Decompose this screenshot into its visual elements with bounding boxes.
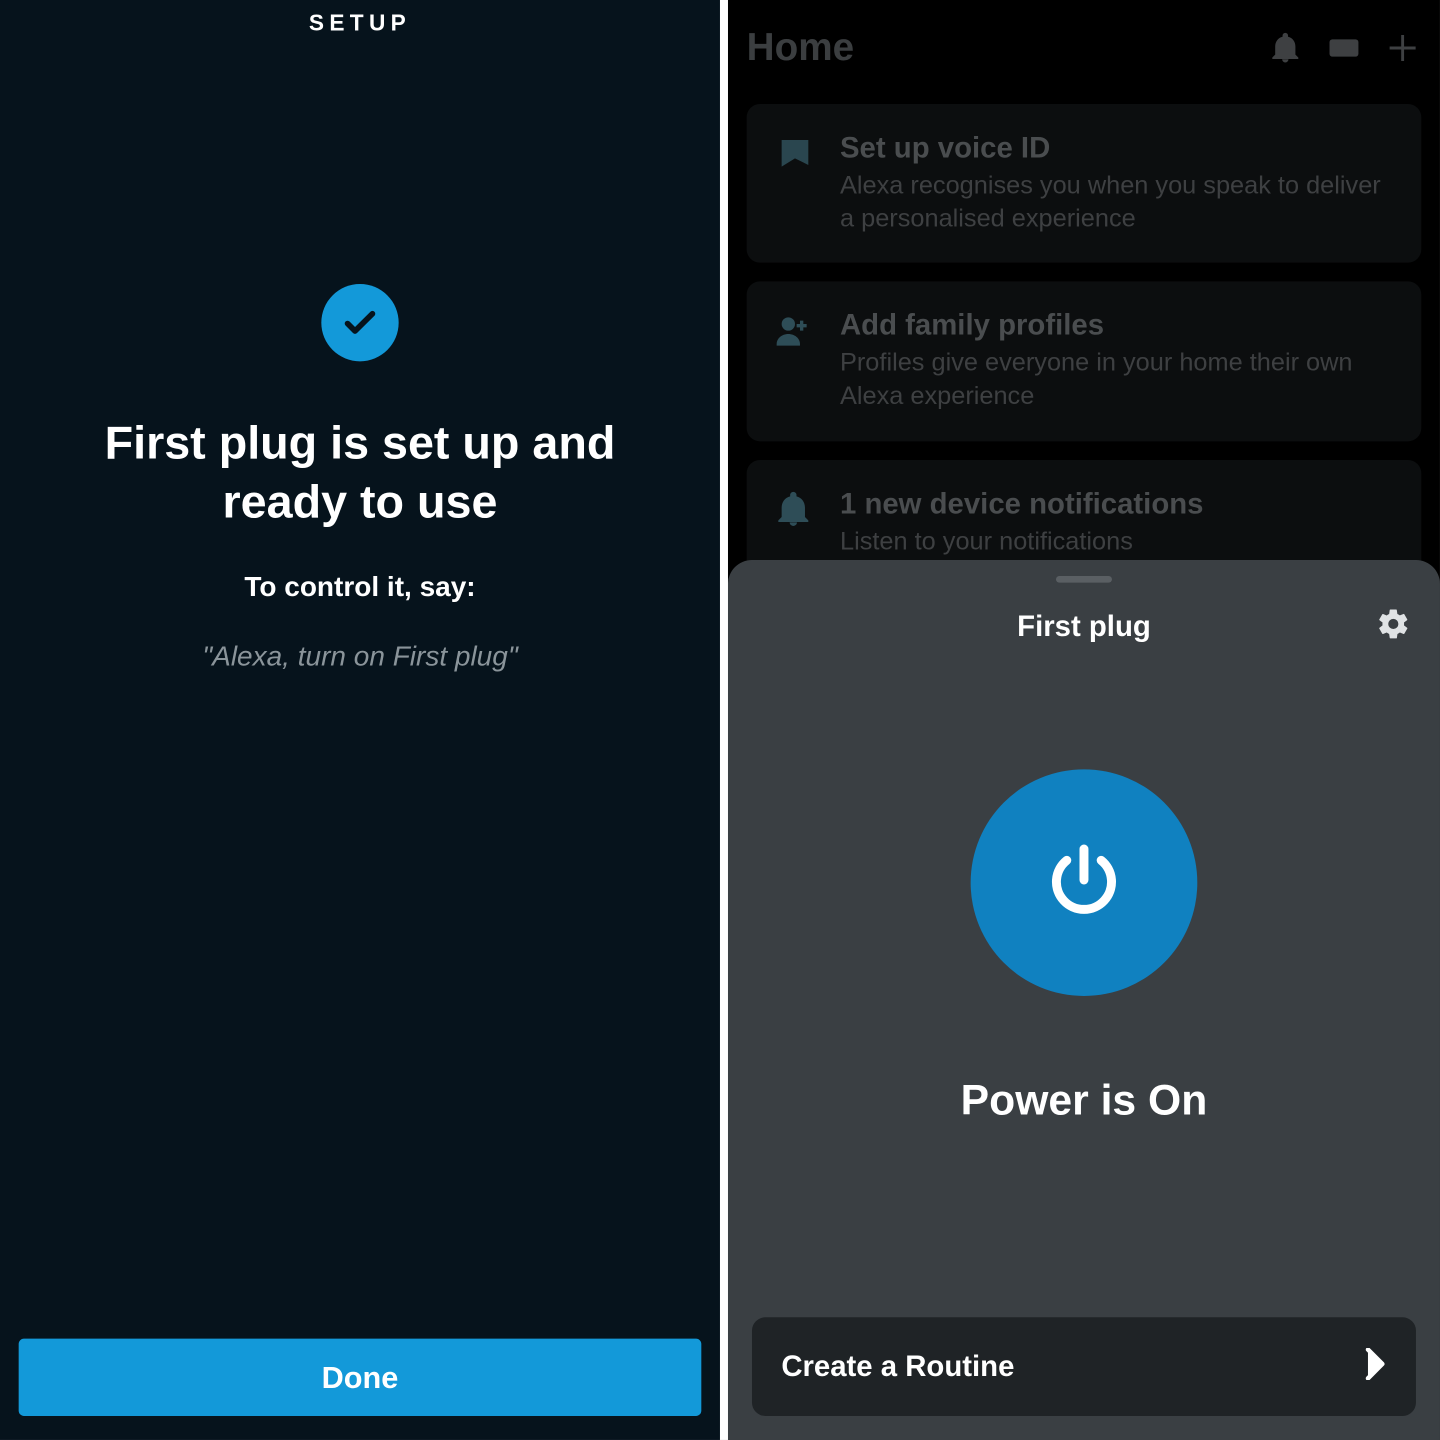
device-control-sheet: First plug Power is On Create a Routine xyxy=(728,560,1440,1440)
voice-id-icon xyxy=(771,131,816,237)
setup-complete-screen: SETUP First plug is set up and ready to … xyxy=(0,0,720,1440)
card-family-profiles[interactable]: Add family profiles Profiles give everyo… xyxy=(747,282,1422,441)
card-subtitle: Listen to your notifications xyxy=(840,526,1397,559)
setup-subtitle: To control it, say: xyxy=(244,571,475,603)
family-icon xyxy=(771,308,816,414)
card-title: 1 new device notifications xyxy=(840,486,1397,521)
chevron-right-icon xyxy=(1365,1347,1386,1386)
card-title: Add family profiles xyxy=(840,308,1397,343)
card-subtitle: Profiles give everyone in your home thei… xyxy=(840,348,1397,414)
keyboard-icon[interactable] xyxy=(1325,29,1362,66)
device-name: First plug xyxy=(1017,609,1151,644)
create-routine-label: Create a Routine xyxy=(781,1349,1014,1384)
home-screen: Home Set up voice xyxy=(720,0,1440,1440)
card-subtitle: Alexa recognises you when you speak to d… xyxy=(840,171,1397,237)
drag-handle[interactable] xyxy=(1056,576,1112,583)
check-icon xyxy=(321,284,398,361)
done-button-label: Done xyxy=(322,1359,399,1395)
create-routine-button[interactable]: Create a Routine xyxy=(752,1317,1416,1416)
card-voice-id[interactable]: Set up voice ID Alexa recognises you whe… xyxy=(747,104,1422,263)
card-title: Set up voice ID xyxy=(840,131,1397,166)
power-icon xyxy=(1043,838,1126,927)
setup-header: SETUP xyxy=(309,11,411,38)
setup-title: First plug is set up and ready to use xyxy=(53,415,666,532)
power-button[interactable] xyxy=(971,769,1198,996)
home-title: Home xyxy=(747,26,1246,70)
bell-icon[interactable] xyxy=(1267,29,1304,66)
gear-icon[interactable] xyxy=(1373,604,1413,644)
setup-voice-hint: "Alexa, turn on First plug" xyxy=(202,641,518,673)
done-button[interactable]: Done xyxy=(19,1339,702,1416)
bell-icon xyxy=(771,486,816,559)
power-status: Power is On xyxy=(961,1076,1208,1125)
plus-icon[interactable] xyxy=(1384,29,1421,66)
